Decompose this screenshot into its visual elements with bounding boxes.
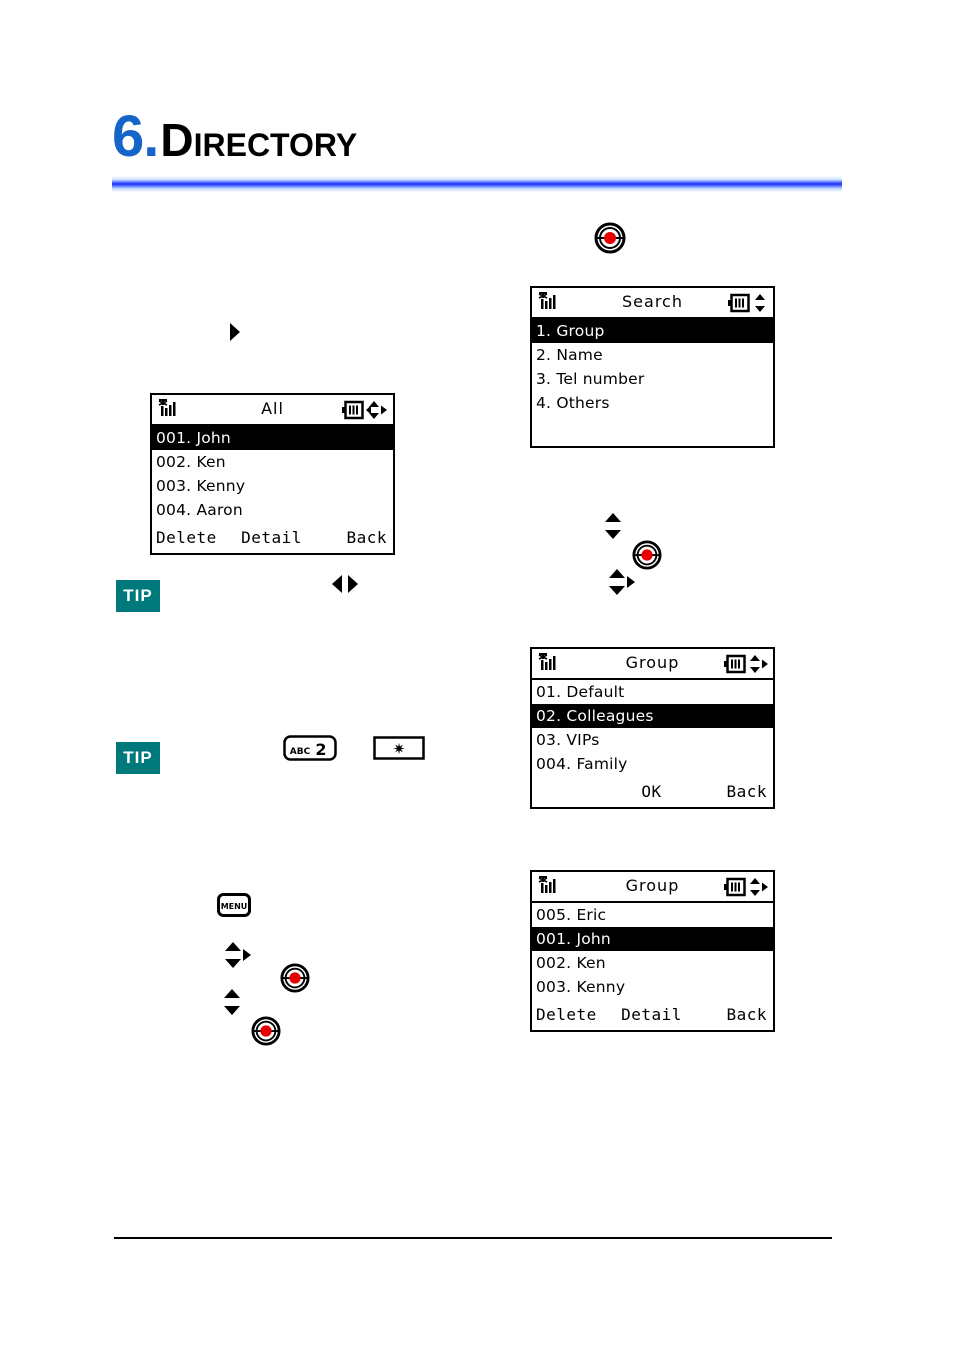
tip-badge: TIP [116, 742, 160, 774]
lcd-list: 001. John 002. Ken 003. Kenny 004. Aaron [152, 426, 393, 522]
page-title: 6. Directory [112, 108, 357, 168]
softkey-center[interactable]: Detail [613, 1003, 690, 1027]
list-item[interactable]: 001. John [152, 426, 393, 450]
lcd-status-bar: All [152, 395, 393, 426]
softkey-center[interactable]: Detail [233, 526, 310, 550]
arrow-up-down-right-icon [607, 568, 635, 601]
lcd-status-bar: Group [532, 872, 773, 903]
softkey-right[interactable]: Back [690, 780, 773, 804]
list-item[interactable]: 001. John [532, 927, 773, 951]
lcd-screen-all: All 001. John 002. Ken 003. Kenny 004. A… [150, 393, 395, 555]
lcd-screen-group-members: Group 005. Eric 001. John 002. Ken 003. … [530, 870, 775, 1032]
softkey-left[interactable]: Delete [152, 526, 233, 550]
lcd-title: All [261, 399, 284, 418]
lcd-title: Group [625, 653, 680, 672]
list-item[interactable]: 002. Ken [152, 450, 393, 474]
keypad-key-2-icon[interactable]: ABC 2 [283, 735, 337, 766]
list-item[interactable]: 002. Ken [532, 951, 773, 975]
list-item[interactable]: 004. Family [532, 752, 773, 776]
softkey-left[interactable] [532, 780, 613, 804]
lcd-list: 01. Default 02. Colleagues 03. VIPs 004.… [532, 680, 773, 776]
chapter-number: 6. [112, 104, 159, 169]
ok-key-icon[interactable] [251, 1016, 281, 1051]
arrow-right-icon [228, 322, 242, 347]
lcd-status-bar: Group [532, 649, 773, 680]
svg-text:2: 2 [315, 740, 326, 759]
arrow-up-down-right-icon [223, 941, 251, 974]
keypad-key-star-icon[interactable]: ✷ [373, 736, 425, 765]
softkey-left[interactable]: Delete [532, 1003, 613, 1027]
lcd-softkey-bar: Delete Detail Back [152, 526, 393, 550]
list-item[interactable]: 01. Default [532, 680, 773, 704]
list-item[interactable]: 004. Aaron [152, 498, 393, 522]
ok-key-icon[interactable] [280, 963, 310, 998]
lcd-screen-search: Search 1. Group 2. Name 3. Tel number 4.… [530, 286, 775, 448]
svg-text:MENU: MENU [221, 902, 248, 911]
lcd-title: Group [625, 876, 680, 895]
list-item[interactable]: 02. Colleagues [532, 704, 773, 728]
title-divider [112, 176, 842, 192]
lcd-list: 1. Group 2. Name 3. Tel number 4. Others [532, 319, 773, 415]
lcd-status-bar: Search [532, 288, 773, 319]
list-item[interactable]: 3. Tel number [532, 367, 773, 391]
arrow-up-down-icon [222, 988, 242, 1021]
ok-key-icon[interactable] [632, 540, 662, 575]
lcd-title: Search [622, 292, 683, 311]
lcd-list: 005. Eric 001. John 002. Ken 003. Kenny [532, 903, 773, 999]
lcd-softkey-bar: Delete Detail Back [532, 1003, 773, 1027]
list-item[interactable]: 003. Kenny [152, 474, 393, 498]
softkey-right[interactable]: Back [310, 526, 393, 550]
arrow-up-down-icon [603, 512, 623, 545]
list-item[interactable]: 4. Others [532, 391, 773, 415]
lcd-screen-group-list: Group 01. Default 02. Colleagues 03. VIP… [530, 647, 775, 809]
tip-badge: TIP [116, 580, 160, 612]
lcd-softkey-bar: OK Back [532, 780, 773, 804]
svg-text:ABC: ABC [290, 747, 311, 757]
list-item[interactable]: 03. VIPs [532, 728, 773, 752]
softkey-center[interactable]: OK [613, 780, 690, 804]
chapter-title: Directory [160, 114, 358, 166]
list-item[interactable]: 003. Kenny [532, 975, 773, 999]
list-item[interactable]: 1. Group [532, 319, 773, 343]
list-item[interactable]: 2. Name [532, 343, 773, 367]
menu-key-icon[interactable]: MENU [217, 893, 251, 922]
arrow-left-right-icon [330, 574, 360, 599]
softkey-right[interactable]: Back [690, 1003, 773, 1027]
svg-text:✷: ✷ [393, 740, 406, 758]
list-item[interactable]: 005. Eric [532, 903, 773, 927]
footer-divider [114, 1237, 832, 1239]
ok-key-icon[interactable] [594, 222, 626, 259]
